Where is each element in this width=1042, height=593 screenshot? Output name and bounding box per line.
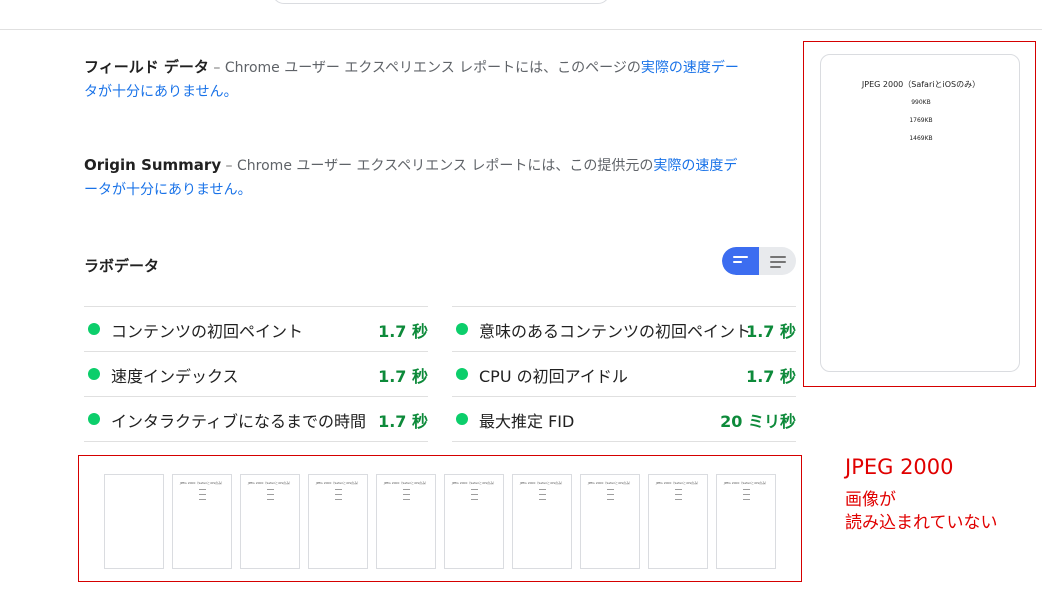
frame-text-line	[199, 499, 206, 500]
frame-text-line	[539, 494, 546, 495]
metric-view-toggle	[722, 247, 796, 275]
metric-value: 1.7 秒	[378, 367, 428, 386]
frame-title: JPEG 2000（SafariとiOSのみ）	[383, 481, 429, 485]
metric-row: 最大推定 FID 20 ミリ秒	[452, 396, 796, 441]
frame-text-line	[471, 499, 478, 500]
metric-label: 最大推定 FID	[479, 412, 575, 431]
metric-row: CPU の初回アイドル 1.7 秒	[452, 351, 796, 396]
preview-title: JPEG 2000（SafariとiOSのみ）	[861, 80, 981, 89]
metric-value: 1.7 秒	[746, 367, 796, 386]
frame-text-line	[539, 499, 546, 500]
metric-label: 速度インデックス	[111, 367, 239, 386]
preview-size: 990KB	[911, 99, 931, 106]
final-screenshot-preview: JPEG 2000（SafariとiOSのみ） 990KB 1769KB 146…	[820, 54, 1020, 372]
frame-title: JPEG 2000（SafariとiOSのみ）	[519, 481, 565, 485]
metric-label: 意味のあるコンテンツの初回ペイント	[479, 322, 752, 341]
annotation-title: JPEG 2000	[845, 455, 954, 479]
frame-title: JPEG 2000（SafariとiOSのみ）	[723, 481, 769, 485]
origin-summary-section: Origin Summary – Chrome ユーザー エクスペリエンス レポ…	[84, 153, 744, 202]
divider	[84, 441, 428, 442]
frame-text-line	[199, 494, 206, 495]
metric-value: 1.7 秒	[378, 412, 428, 431]
compact-view-button[interactable]	[722, 247, 759, 275]
short-lines-icon	[733, 256, 748, 266]
frame-text-line	[743, 489, 750, 490]
pass-dot-icon	[88, 368, 100, 380]
frame-title: JPEG 2000（SafariとiOSのみ）	[655, 481, 701, 485]
lab-data-title: ラボデータ	[84, 257, 160, 275]
metric-label: コンテンツの初回ペイント	[111, 322, 304, 341]
metric-row: 速度インデックス 1.7 秒	[84, 351, 428, 396]
frame-title: JPEG 2000（SafariとiOSのみ）	[315, 481, 361, 485]
frame-text-line	[743, 499, 750, 500]
filmstrip-frame: JPEG 2000（SafariとiOSのみ）	[172, 474, 232, 569]
pass-dot-icon	[456, 413, 468, 425]
annotation-note-line: 画像が	[845, 490, 896, 510]
frame-text-line	[607, 489, 614, 490]
metric-row: コンテンツの初回ペイント 1.7 秒	[84, 306, 428, 351]
preview-size: 1769KB	[909, 117, 933, 124]
divider	[452, 441, 796, 442]
frame-title: JPEG 2000（SafariとiOSのみ）	[587, 481, 633, 485]
filmstrip-frame: JPEG 2000（SafariとiOSのみ）	[308, 474, 368, 569]
frame-text-line	[335, 494, 342, 495]
pass-dot-icon	[88, 323, 100, 335]
frame-text-line	[675, 489, 682, 490]
frame-title: JPEG 2000（SafariとiOSのみ）	[451, 481, 497, 485]
metric-value: 1.7 秒	[378, 322, 428, 341]
filmstrip-frame: JPEG 2000（SafariとiOSのみ）	[240, 474, 300, 569]
frame-text-line	[403, 489, 410, 490]
url-input[interactable]	[272, 0, 610, 4]
list-lines-icon	[770, 256, 786, 271]
frame-text-line	[267, 489, 274, 490]
origin-summary-title: Origin Summary	[84, 156, 222, 174]
frame-title: JPEG 2000（SafariとiOSのみ）	[247, 481, 293, 485]
filmstrip-frame: JPEG 2000（SafariとiOSのみ）	[580, 474, 640, 569]
annotation-note-line: 読み込まれていない	[845, 513, 998, 533]
frame-title: JPEG 2000（SafariとiOSのみ）	[179, 481, 225, 485]
frame-text-line	[675, 499, 682, 500]
frame-text-line	[267, 499, 274, 500]
frame-text-line	[471, 489, 478, 490]
frame-text-line	[471, 494, 478, 495]
frame-text-line	[267, 494, 274, 495]
frame-text-line	[335, 499, 342, 500]
filmstrip-frame	[104, 474, 164, 569]
frame-text-line	[199, 489, 206, 490]
origin-summary-body: Chrome ユーザー エクスペリエンス レポートには、この提供元の	[237, 158, 654, 174]
field-data-dash: –	[208, 60, 225, 76]
frame-text-line	[607, 499, 614, 500]
field-data-body: Chrome ユーザー エクスペリエンス レポートには、このページの	[224, 60, 641, 76]
metric-label: CPU の初回アイドル	[479, 367, 628, 386]
field-data-title: フィールド データ	[84, 58, 209, 76]
frame-text-line	[743, 494, 750, 495]
frame-text-line	[403, 499, 410, 500]
metric-row: 意味のあるコンテンツの初回ペイント 1.7 秒	[452, 306, 796, 351]
metric-value: 20 ミリ秒	[720, 412, 796, 431]
filmstrip-frame: JPEG 2000（SafariとiOSのみ）	[444, 474, 504, 569]
metric-value: 1.7 秒	[746, 322, 796, 341]
frame-text-line	[335, 489, 342, 490]
pass-dot-icon	[88, 413, 100, 425]
filmstrip-frame: JPEG 2000（SafariとiOSのみ）	[648, 474, 708, 569]
metric-label: インタラクティブになるまでの時間	[111, 412, 367, 431]
metric-row: インタラクティブになるまでの時間 1.7 秒	[84, 396, 428, 441]
field-data-section: フィールド データ – Chrome ユーザー エクスペリエンス レポートには、…	[84, 55, 744, 104]
expanded-view-button[interactable]	[759, 247, 796, 275]
filmstrip-frame: JPEG 2000（SafariとiOSのみ）	[716, 474, 776, 569]
frame-text-line	[403, 494, 410, 495]
origin-summary-dash: –	[221, 158, 238, 174]
frame-text-line	[539, 489, 546, 490]
annotation-note: 画像が 読み込まれていない	[845, 489, 998, 535]
top-bar	[0, 0, 1042, 30]
frame-text-line	[607, 494, 614, 495]
pass-dot-icon	[456, 368, 468, 380]
frame-text-line	[675, 494, 682, 495]
preview-size: 1469KB	[909, 135, 933, 142]
filmstrip-frame: JPEG 2000（SafariとiOSのみ）	[512, 474, 572, 569]
pass-dot-icon	[456, 323, 468, 335]
filmstrip-frame: JPEG 2000（SafariとiOSのみ）	[376, 474, 436, 569]
